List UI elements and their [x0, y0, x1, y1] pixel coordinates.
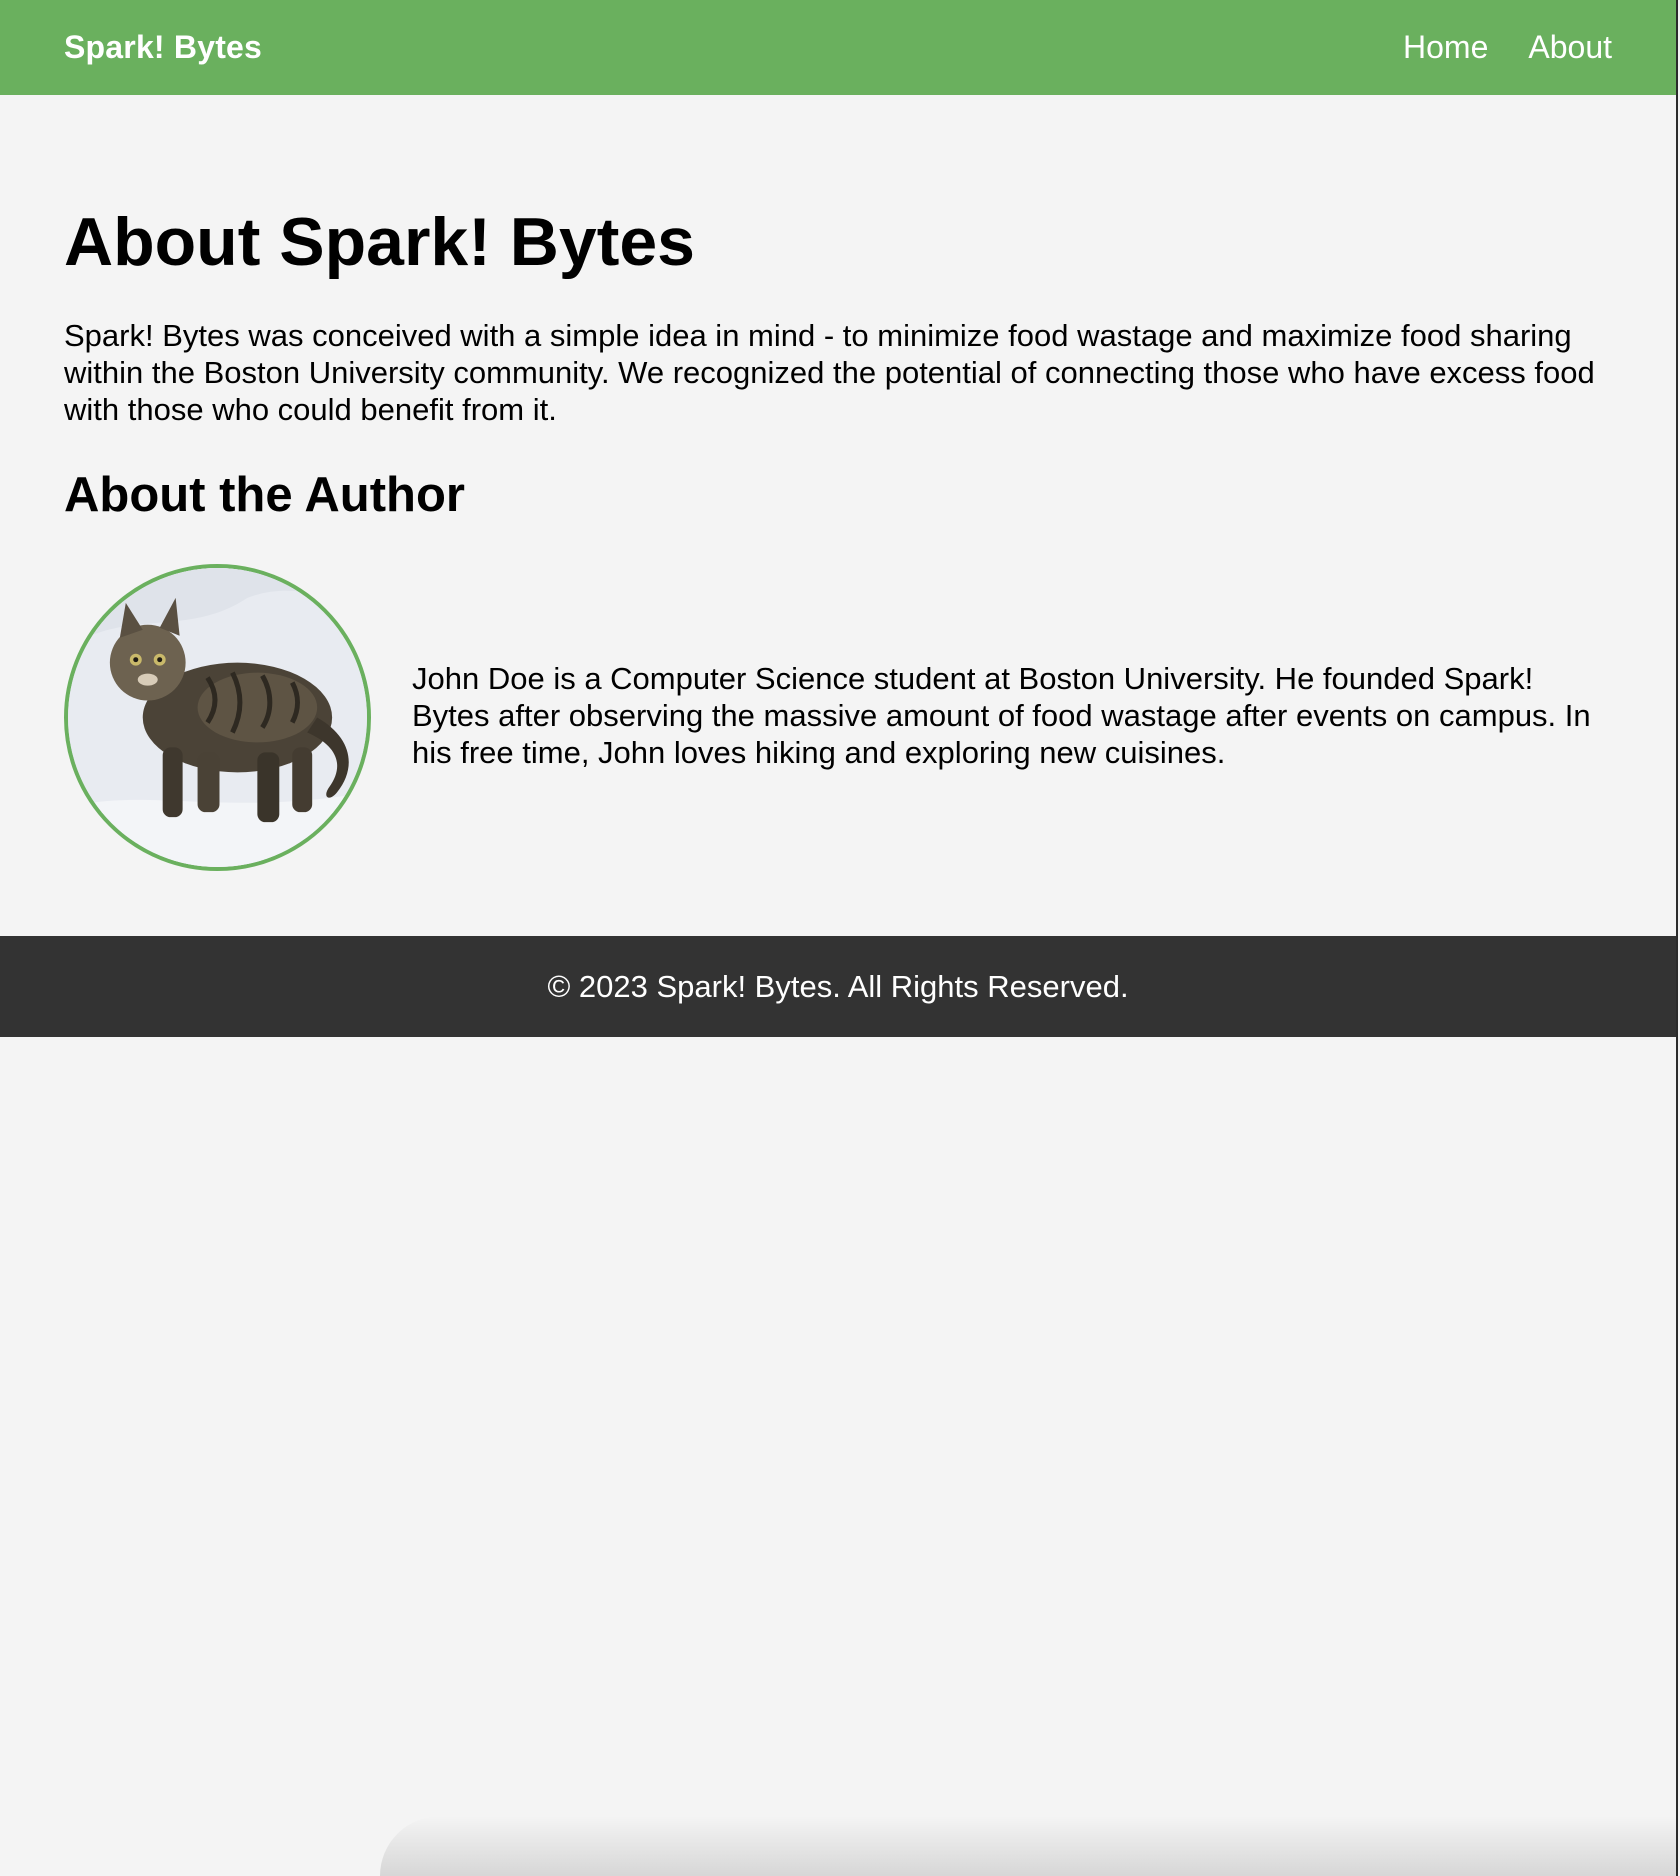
- navbar: Spark! Bytes Home About: [0, 0, 1676, 95]
- footer: © 2023 Spark! Bytes. All Rights Reserved…: [0, 936, 1676, 1037]
- intro-paragraph: Spark! Bytes was conceived with a simple…: [64, 318, 1595, 427]
- author-photo: [64, 564, 371, 871]
- brand-link[interactable]: Spark! Bytes: [64, 29, 262, 66]
- cat-photo-icon: [68, 568, 367, 867]
- window-bottom-shadow: [380, 1816, 1676, 1876]
- author-heading: About the Author: [64, 468, 465, 522]
- nav-link-about[interactable]: About: [1528, 29, 1612, 66]
- nav-link-home[interactable]: Home: [1403, 29, 1488, 66]
- page: Spark! Bytes Home About About Spark! Byt…: [0, 0, 1678, 1876]
- nav-links: Home About: [1403, 29, 1612, 66]
- footer-copyright: © 2023 Spark! Bytes. All Rights Reserved…: [547, 968, 1129, 1004]
- author-bio: John Doe is a Computer Science student a…: [412, 661, 1591, 770]
- page-title: About Spark! Bytes: [64, 204, 695, 280]
